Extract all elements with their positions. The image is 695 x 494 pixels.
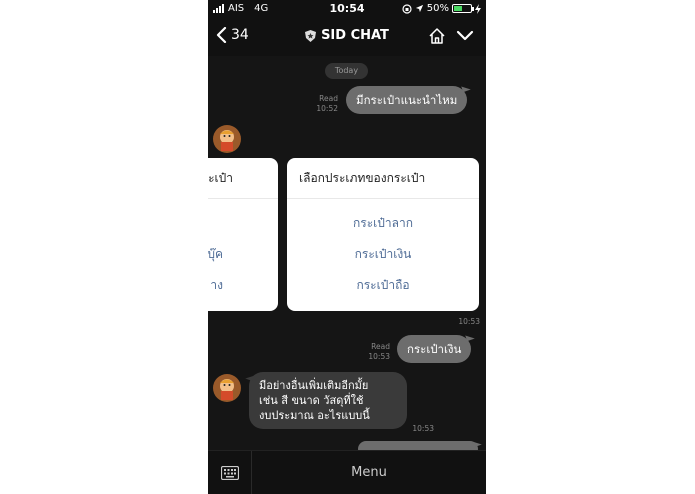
incoming-message[interactable]: มีอย่างอื่นเพิ่มเติมอีกมั้ย เช่น สี ขนาด…	[249, 372, 407, 429]
outgoing-message[interactable]: กระเป๋าเงิน	[397, 335, 472, 363]
option-wallet[interactable]: กระเป๋าเงิน	[287, 239, 479, 270]
card-option[interactable]: บุ๊ค	[208, 239, 278, 270]
menu-button[interactable]: Menu	[252, 451, 486, 494]
battery-icon	[452, 4, 474, 13]
message-line: มีอย่างอื่นเพิ่มเติมอีกมั้ย	[259, 379, 369, 392]
message-meta: Read 10:52	[308, 94, 338, 114]
message-line: เช่น สี ขนาด วัสดุที่ใช้	[259, 394, 364, 407]
option-rolling-bag[interactable]: กระเป๋าลาก	[287, 208, 479, 239]
bot-avatar-image	[213, 125, 241, 153]
option-handbag[interactable]: กระเป๋าถือ	[287, 270, 479, 301]
outgoing-message[interactable]: มีกระเป๋าแนะนำไหม	[346, 86, 468, 114]
read-receipt: Read	[371, 342, 390, 351]
charging-icon	[475, 3, 481, 14]
status-right: 50%	[402, 3, 481, 14]
location-icon	[415, 4, 423, 13]
lock-rotation-icon	[402, 3, 412, 14]
chevron-down-icon[interactable]	[456, 27, 474, 45]
keyboard-button[interactable]	[208, 451, 252, 494]
bottom-bar: Menu	[208, 450, 486, 494]
message-line: งบประมาณ อะไรแบบนี้	[259, 409, 370, 422]
message-time: 10:53	[458, 317, 480, 326]
battery-percent: 50%	[426, 3, 449, 14]
message-time: 10:53	[368, 352, 390, 361]
keyboard-icon	[220, 466, 239, 480]
card-title: เลือกประเภทของกระเป๋า	[287, 158, 479, 199]
chat-header: 34 SID CHAT	[208, 18, 486, 56]
card-title: ะเป๋า	[208, 158, 278, 199]
read-receipt: Read	[319, 94, 338, 103]
date-separator: Today	[325, 63, 368, 79]
message-meta: Read 10:53	[360, 342, 390, 362]
bot-avatar[interactable]	[213, 125, 241, 153]
carousel-card-bag-type: เลือกประเภทของกระเป๋า กระเป๋าลาก กระเป๋า…	[287, 158, 479, 311]
bot-avatar-image	[213, 374, 241, 402]
chat-screen: AIS 4G 10:54 50% 34 SID CHAT Today Read …	[208, 0, 486, 494]
chat-title-text: SID CHAT	[321, 28, 389, 43]
home-icon[interactable]	[428, 27, 446, 45]
carousel-card-previous[interactable]: ะเป๋า บุ๊ค าง	[208, 158, 278, 311]
bot-avatar[interactable]	[213, 374, 241, 402]
status-bar: AIS 4G 10:54 50%	[208, 0, 486, 18]
message-time: 10:52	[316, 104, 338, 113]
card-option[interactable]: าง	[208, 270, 278, 301]
card-option[interactable]	[208, 208, 278, 239]
shield-icon	[305, 29, 317, 42]
message-time: 10:53	[412, 424, 434, 433]
header-actions	[428, 27, 474, 45]
